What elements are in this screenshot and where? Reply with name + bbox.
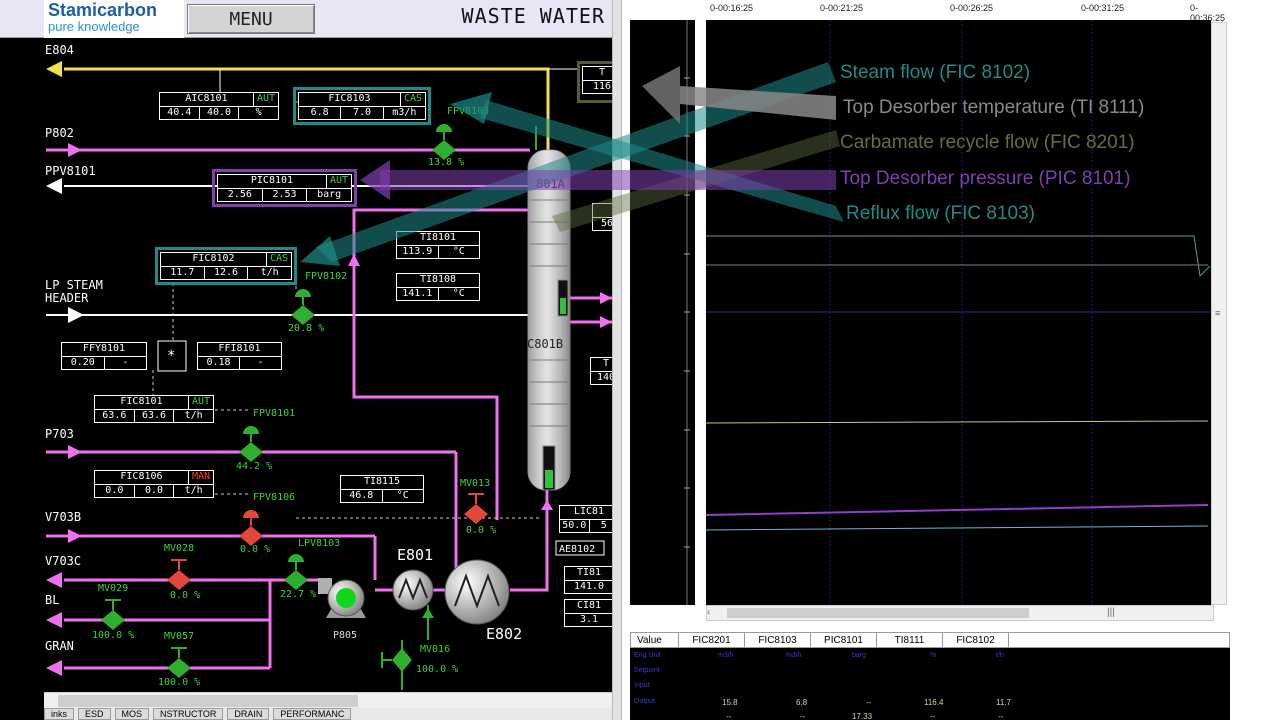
hmi-tab[interactable]: inks [44,708,75,720]
legend-unit: barg [852,652,867,659]
valve-pct-mv029: 100.0 % [92,630,135,641]
legend-output-value: -- [800,712,806,720]
valve-pct-mv028: 0.0 % [170,590,201,601]
hmi-tab[interactable]: ESD [78,708,111,720]
screen-root: Stamicarbon pure knowledge MENU WASTE WA… [0,0,1280,720]
p805-label: P805 [333,630,358,641]
annotation-carbamate-flow: Carbamate recycle flow (FIC 8201) [840,132,1135,153]
valve-fpv8101-icon[interactable] [239,426,263,462]
hmi-nav-tabs: inks ESD MOS NSTRUCTOR DRAIN PERFORMANC [44,708,612,720]
legend-col-header[interactable]: FIC8201 [679,633,745,647]
legend-row-label: Output [634,698,656,705]
valve-mv029-icon[interactable] [101,599,125,630]
valve-fpv8102-icon[interactable] [291,289,315,325]
valve-layer [101,124,488,678]
legend-unit: m3/h [786,652,802,659]
annotation-top-temperature: Top Desorber temperature (TI 8111) [843,97,1145,118]
valve-label-fpv8101: FPV8101 [253,408,296,419]
valve-label-fpv8103: FPV8103 [447,106,490,117]
legend-col-header[interactable]: TI8111 [877,633,943,647]
valve-label-mv028: MV028 [164,543,195,554]
legend-row-label: Eng.Unit [634,652,661,659]
trend-vertical-scrollbar[interactable]: ≡ [1211,22,1227,605]
valve-label-mv013: MV013 [460,478,491,489]
annotation-reflux-flow: Reflux flow (FIC 8103) [846,203,1036,224]
hmi-scroll-thumb[interactable] [58,695,358,707]
trend-scroll-thumb[interactable] [727,608,1029,618]
valve-label-fpv8102: FPV8102 [305,271,348,282]
legend-row-label: Setpoint [634,667,660,674]
legend-output-value: -- [930,712,936,720]
valve-fpv8103-icon[interactable] [432,124,456,160]
hmi-horizontal-scrollbar[interactable] [44,692,612,708]
valve-label-fpv8106: FPV8106 [253,492,296,503]
legend-output-value: 17.33 [852,712,873,720]
legend-unit: % [930,652,937,659]
valve-label-mv029: MV029 [98,583,129,594]
valve-pct-mv057: 100.0 % [158,677,201,688]
valve-label-mv057: MV057 [164,631,195,642]
hmi-tab[interactable]: NSTRUCTOR [153,708,224,720]
annotation-top-pressure: Top Desorber pressure (PIC 8101) [840,168,1131,189]
valve-mv057-icon[interactable] [167,647,191,678]
valve-pct-fpv8101: 44.2 % [236,461,273,472]
e801-label: E801 [397,546,434,564]
legend-col-header[interactable]: PIC8101 [811,633,877,647]
valve-mv016-icon[interactable] [381,648,412,672]
valve-pct-fpv8106: 0.0 % [240,544,271,555]
trend-legend-table: Value FIC8201 FIC8103 PIC8101 TI8111 FIC… [630,632,1230,720]
annotation-steam-flow: Steam flow (FIC 8102) [840,62,1031,83]
valve-fpv8106-icon[interactable] [239,510,263,546]
legend-col-header: Value [631,633,679,647]
valve-label-lpv8103: LPV8103 [298,538,341,549]
valve-pct-lpv8103: 22.7 % [280,589,317,600]
legend-col-header[interactable]: FIC8103 [745,633,811,647]
trend-chart [630,20,1211,605]
legend-unit: m3/h [718,652,734,659]
valve-pct-fpv8103: 13.8 % [428,157,465,168]
column-label-c801a: 801A [536,177,565,191]
valve-mv013-icon[interactable] [464,493,488,524]
hmi-tab[interactable]: DRAIN [227,708,270,720]
legend-col-header[interactable]: FIC8102 [943,633,1009,647]
valve-label-mv016: MV016 [420,644,451,655]
column-label-c801b: C801B [527,337,564,351]
hmi-tab[interactable]: PERFORMANC [273,708,352,720]
process-display: Stamicarbon pure knowledge MENU WASTE WA… [0,0,612,720]
legend-row-label: Input [634,682,650,689]
legend-header-row: Value FIC8201 FIC8103 PIC8101 TI8111 FIC… [630,632,1230,648]
pane-splitter[interactable] [612,0,622,720]
legend-unit: t/h [996,652,1004,659]
legend-body: Eng.Unit Setpoint Input Output m3/h m3/h… [630,648,1230,720]
trend-horizontal-scrollbar[interactable]: ‹ ||| [706,605,1214,621]
legend-input-value: 6.8 [796,698,808,707]
valve-lpv8103-icon[interactable] [284,554,308,590]
legend-input-value: 15.8 [722,698,738,707]
hmi-tab[interactable]: MOS [114,708,150,720]
right-margin [1230,0,1280,720]
e802-label: E802 [486,625,523,643]
legend-output-value: -- [998,712,1004,720]
legend-input-value: 116.4 [924,698,944,707]
legend-input-value: 11.7 [996,698,1011,707]
valve-pct-fpv8102: 20.8 % [288,323,325,334]
valve-pct-mv016: 100.0 % [416,664,459,675]
legend-input-value: -- [866,698,872,707]
legend-output-value: -- [726,712,732,720]
valve-mv028-icon[interactable] [167,559,191,590]
valve-pct-mv013: 0.0 % [466,525,497,536]
